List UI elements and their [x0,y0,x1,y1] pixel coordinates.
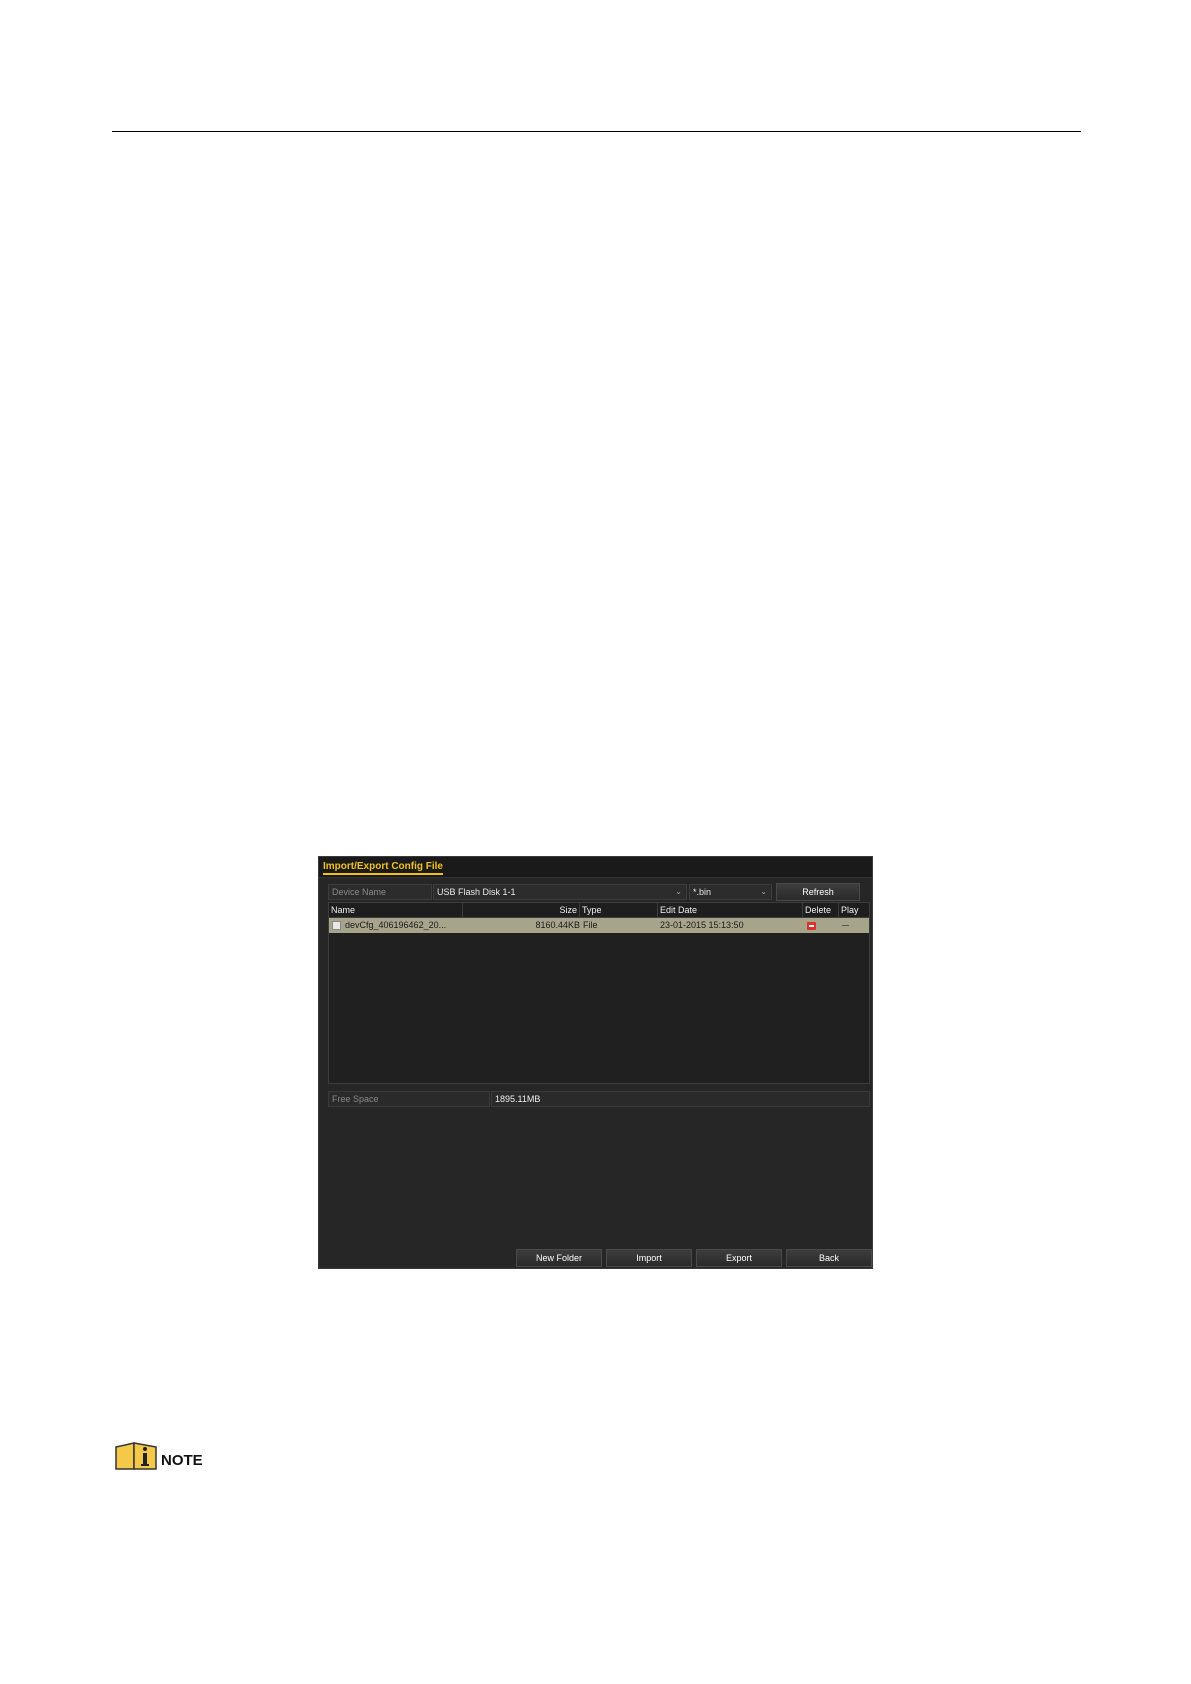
note-book-icon [115,1442,157,1470]
device-name-value: USB Flash Disk 1-1 [437,887,516,897]
col-name[interactable]: Name [329,903,463,917]
new-folder-button[interactable]: New Folder [516,1249,602,1267]
free-space-label: Free Space [328,1091,490,1107]
import-button[interactable]: Import [606,1249,692,1267]
file-filter-select[interactable]: *.bin ⌄ [689,884,772,900]
export-button[interactable]: Export [696,1249,782,1267]
file-table-header: Name Size Type Edit Date Delete Play [329,903,869,918]
col-edit-date[interactable]: Edit Date [658,903,803,917]
device-name-select[interactable]: USB Flash Disk 1-1 ⌄ [433,884,687,900]
col-play: Play [841,905,859,915]
file-table: Name Size Type Edit Date Delete Play dev… [328,902,870,1084]
play-unavailable-icon [842,925,849,926]
note-label: NOTE [161,1452,203,1469]
file-size: 8160.44KB [535,920,580,930]
delete-icon[interactable] [807,922,816,930]
col-delete: Delete [803,903,839,917]
chevron-down-icon: ⌄ [760,887,767,896]
table-row[interactable]: devCfg_406196462_20... 8160.44KB File 23… [329,918,869,933]
device-name-label: Device Name [328,884,432,900]
file-name: devCfg_406196462_20... [345,920,447,930]
col-type[interactable]: Type [580,903,658,917]
back-button[interactable]: Back [786,1249,872,1267]
file-edit-date: 23-01-2015 15:13:50 [660,920,744,930]
dialog-title-tab[interactable]: Import/Export Config File [323,861,443,875]
free-space-value: 1895.11MB [491,1091,870,1107]
col-size[interactable]: Size [463,903,580,917]
file-type: File [583,920,598,930]
chevron-down-icon: ⌄ [675,887,682,896]
page-header-rule [112,131,1081,132]
file-icon [332,921,341,930]
dialog-title-bar: Import/Export Config File [319,857,872,878]
import-export-dialog: Import/Export Config File Device Name US… [318,856,873,1269]
file-filter-value: *.bin [693,887,712,897]
refresh-button[interactable]: Refresh [776,883,860,901]
